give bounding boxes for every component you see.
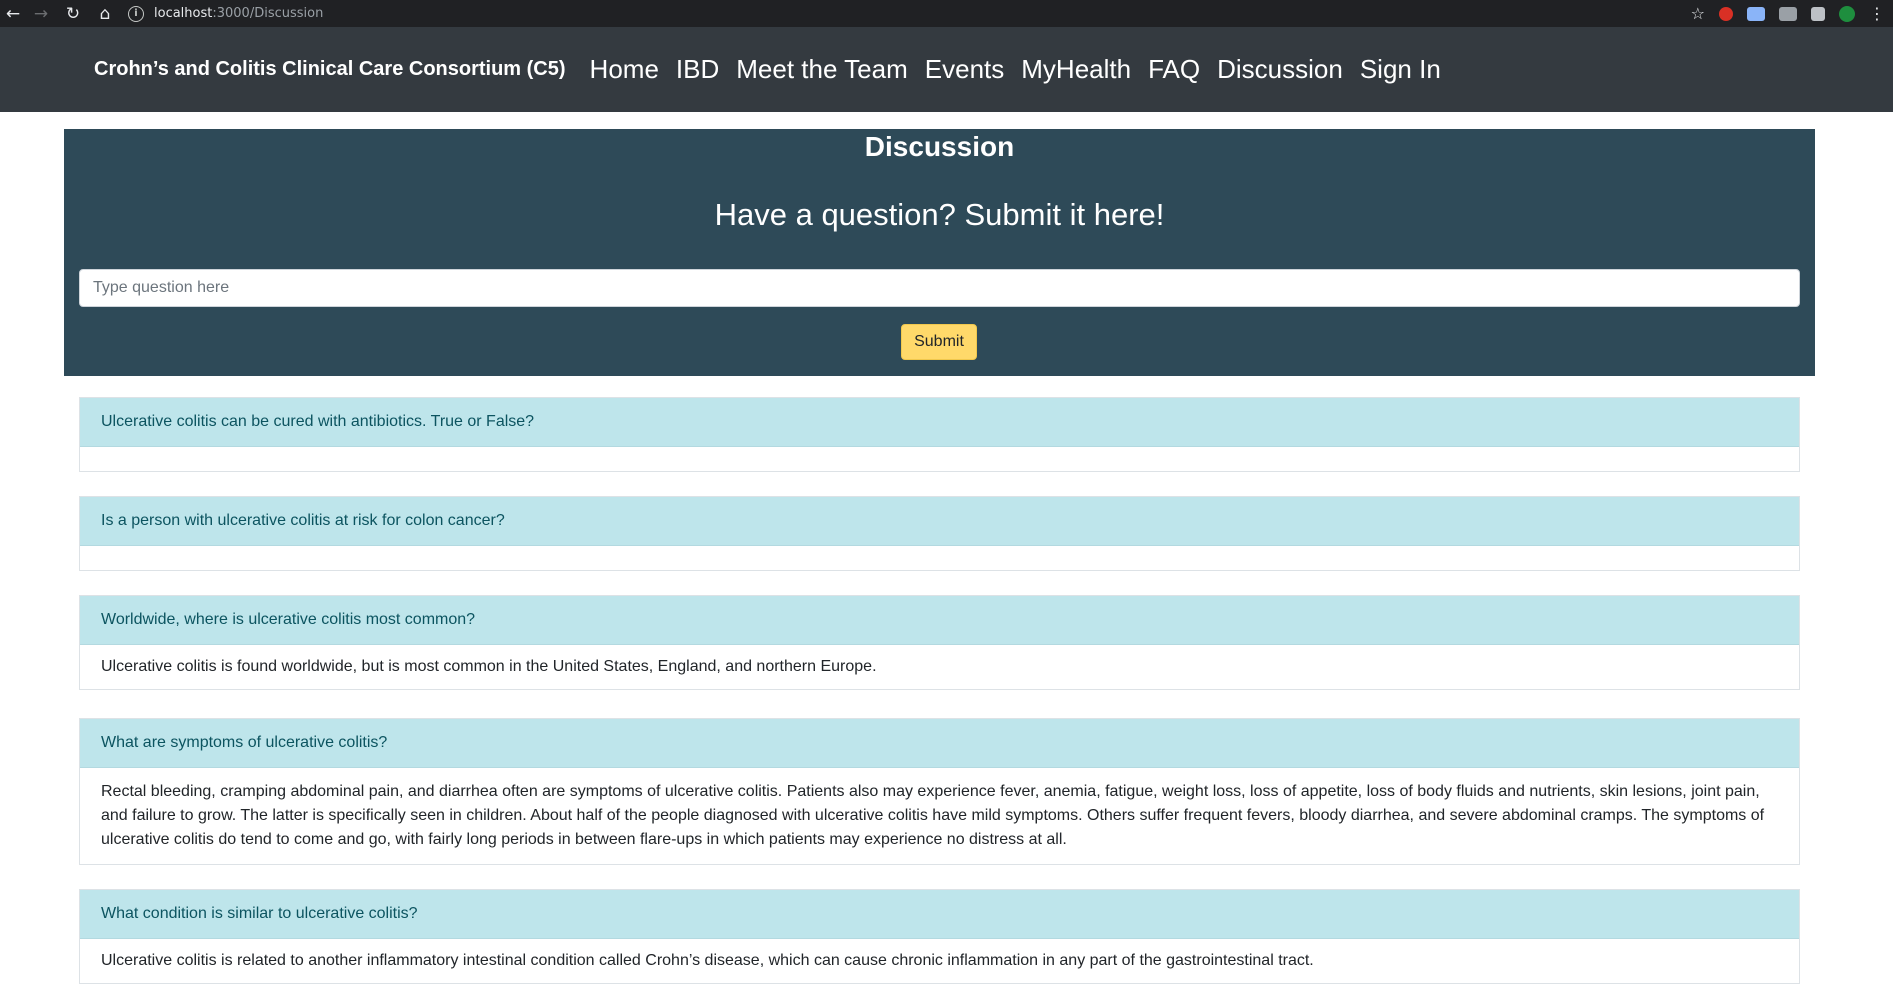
extension-gray-icon[interactable] bbox=[1779, 6, 1797, 21]
nav-link-ibd[interactable]: IBD bbox=[676, 54, 719, 85]
question-card: Worldwide, where is ulcerative colitis m… bbox=[79, 595, 1800, 690]
question-input[interactable] bbox=[79, 269, 1800, 307]
question-card: What condition is similar to ulcerative … bbox=[79, 889, 1800, 984]
extensions-puzzle-icon[interactable] bbox=[1811, 6, 1825, 21]
extension-red-icon[interactable] bbox=[1719, 6, 1733, 21]
page-title: Discussion bbox=[864, 131, 1015, 162]
question-text: What are symptoms of ulcerative colitis? bbox=[80, 719, 1799, 768]
site-brand[interactable]: Crohn’s and Colitis Clinical Care Consor… bbox=[94, 58, 566, 81]
nav-link-discussion[interactable]: Discussion bbox=[1217, 54, 1343, 85]
profile-avatar-icon[interactable] bbox=[1839, 5, 1855, 22]
browser-toolbar: ← → ↻ ⌂ i localhost:3000/Discussion ☆ ⋮ bbox=[0, 0, 1893, 27]
nav-link-sign-in[interactable]: Sign In bbox=[1360, 54, 1441, 85]
home-icon[interactable]: ⌂ bbox=[92, 1, 118, 27]
extension-blue-icon[interactable] bbox=[1747, 6, 1765, 21]
address-bar[interactable]: i localhost:3000/Discussion bbox=[128, 2, 1668, 25]
bookmark-star-icon[interactable]: ☆ bbox=[1691, 4, 1705, 23]
question-text: Ulcerative colitis can be cured with ant… bbox=[80, 398, 1799, 447]
discussion-hero: Discussion Have a question? Submit it he… bbox=[64, 129, 1815, 376]
question-card: Is a person with ulcerative colitis at r… bbox=[79, 496, 1800, 571]
nav-link-myhealth[interactable]: MyHealth bbox=[1021, 54, 1131, 85]
hero-subtitle: Have a question? Submit it here! bbox=[714, 197, 1165, 232]
extensions-area: ☆ ⋮ bbox=[1691, 0, 1893, 27]
url-path: :3000/Discussion bbox=[212, 6, 324, 21]
question-text: Is a person with ulcerative colitis at r… bbox=[80, 497, 1799, 546]
forward-icon[interactable]: → bbox=[28, 1, 54, 27]
site-navbar: Crohn’s and Colitis Clinical Care Consor… bbox=[0, 27, 1893, 112]
nav-link-faq[interactable]: FAQ bbox=[1148, 54, 1200, 85]
url-host: localhost bbox=[154, 6, 213, 21]
browser-menu-icon[interactable]: ⋮ bbox=[1869, 4, 1885, 23]
nav-link-meet-the-team[interactable]: Meet the Team bbox=[736, 54, 908, 85]
submit-button[interactable]: Submit bbox=[901, 324, 977, 360]
question-card: What are symptoms of ulcerative colitis?… bbox=[79, 718, 1800, 865]
question-card: Ulcerative colitis can be cured with ant… bbox=[79, 397, 1800, 472]
reload-icon[interactable]: ↻ bbox=[60, 1, 86, 27]
nav-link-events[interactable]: Events bbox=[925, 54, 1005, 85]
nav-link-home[interactable]: Home bbox=[590, 54, 659, 85]
answer-text: Ulcerative colitis is related to another… bbox=[101, 952, 1314, 969]
answer-text bbox=[80, 546, 1799, 570]
answer-text: Ulcerative colitis is found worldwide, b… bbox=[101, 658, 877, 675]
answer-text: Rectal bleeding, cramping abdominal pain… bbox=[101, 783, 1765, 848]
info-icon[interactable]: i bbox=[128, 5, 144, 22]
back-icon[interactable]: ← bbox=[0, 1, 26, 27]
question-text: What condition is similar to ulcerative … bbox=[80, 890, 1799, 939]
answer-text bbox=[80, 447, 1799, 471]
question-text: Worldwide, where is ulcerative colitis m… bbox=[80, 596, 1799, 645]
